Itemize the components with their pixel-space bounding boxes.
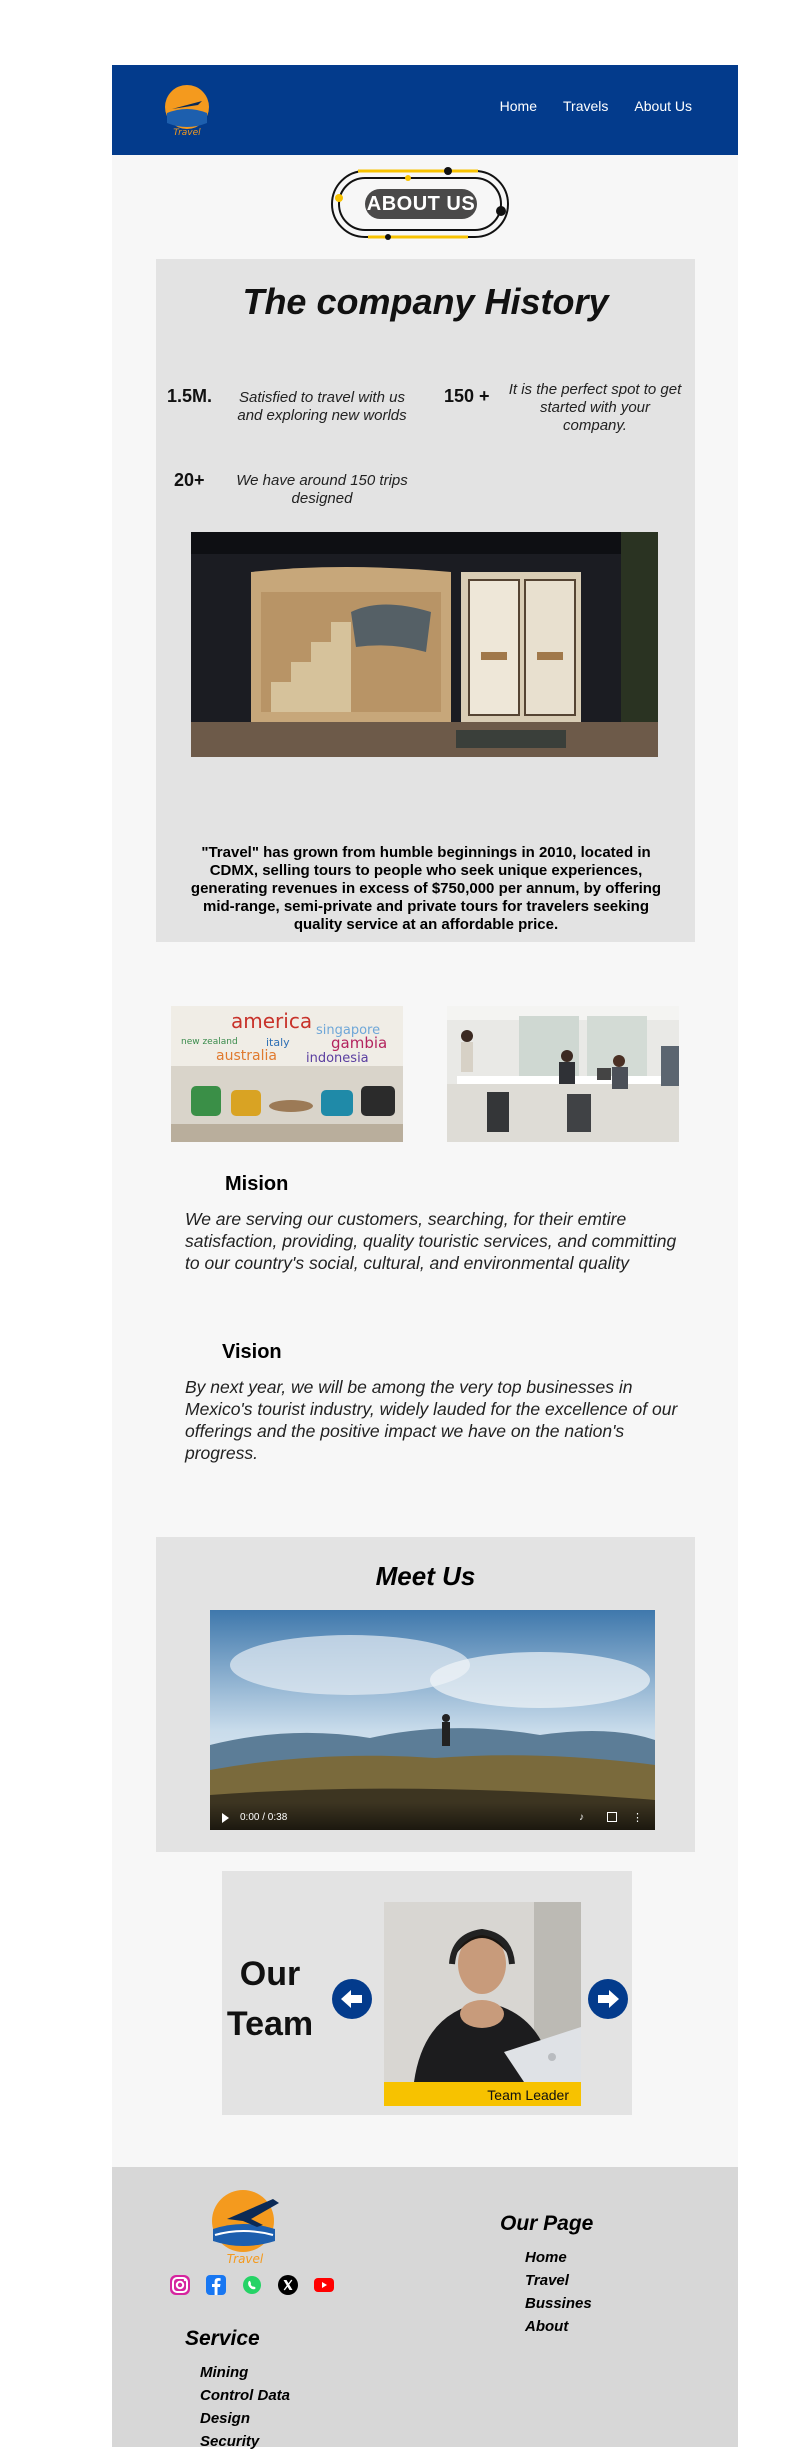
team-section: Our Team Team Leader [222, 1871, 632, 2115]
service-link-design[interactable]: Design [200, 2407, 290, 2430]
office-lobby-image: america singapore italy gambia australia… [171, 1006, 403, 1142]
video-frame [210, 1610, 655, 1830]
about-badge: ABOUT US [328, 165, 512, 245]
footer-logo[interactable]: Travel [207, 2185, 287, 2265]
wall-word-america: america [231, 1009, 312, 1033]
arrow-left-icon [341, 1990, 362, 2008]
fullscreen-icon[interactable] [607, 1812, 617, 1822]
logo-text: Travel [173, 128, 201, 137]
more-options-icon[interactable]: ⋮ [632, 1813, 643, 1824]
footer-logo-text: Travel [227, 2252, 264, 2265]
service-title: Service [185, 2327, 260, 2350]
service-link-mining[interactable]: Mining [200, 2361, 290, 2384]
team-title-line2: Team [226, 2005, 314, 2043]
footer-link-travel[interactable]: Travel [525, 2269, 592, 2292]
stat-number-customers: 1.5M. [167, 386, 213, 406]
prev-arrow-button[interactable] [332, 1979, 372, 2019]
stat-number-clients: 150 + [444, 386, 490, 406]
about-us-label: ABOUT US [365, 189, 477, 219]
storefront-image [191, 532, 658, 757]
service-links: Mining Control Data Design Security [200, 2361, 290, 2453]
meet-us-section: Meet Us 0:00 / 0:38 ♪ ⋮ [156, 1537, 695, 1852]
footer-link-bussines[interactable]: Bussines [525, 2292, 592, 2315]
wall-word-new-zealand: new zealand [181, 1037, 238, 1047]
facebook-icon[interactable] [204, 2273, 228, 2297]
x-icon[interactable] [276, 2273, 300, 2297]
mission-text: We are serving our customers, searching,… [185, 1209, 677, 1273]
office-workspace-image [447, 1006, 679, 1142]
arrow-right-icon [598, 1990, 619, 2008]
stat-text-clients: It is the perfect spot to get started wi… [508, 381, 682, 434]
site-footer: Travel Service Mining Control Data Desig… [112, 2167, 738, 2450]
youtube-icon[interactable] [312, 2273, 336, 2297]
meet-us-title: Meet Us [375, 1561, 476, 1591]
site-header: Travel Home Travels About Us [112, 65, 738, 155]
footer-link-about[interactable]: About [525, 2315, 592, 2338]
team-member-role: Team Leader [384, 2082, 581, 2106]
vision-title: Vision [222, 1341, 282, 1363]
company-history-section: The company History 1.5M. Satisfied to t… [156, 259, 695, 942]
page: Travel Home Travels About Us ABOUT US Th… [112, 65, 738, 2450]
instagram-icon[interactable] [168, 2273, 192, 2297]
stat-number-trips: 20+ [174, 470, 205, 490]
history-title: The company History [242, 281, 609, 322]
volume-icon[interactable]: ♪ [579, 1813, 589, 1823]
nav-travels[interactable]: Travels [563, 98, 608, 114]
play-icon[interactable] [222, 1813, 229, 1823]
service-link-security[interactable]: Security [200, 2430, 290, 2453]
team-member-card: Team Leader [384, 1902, 581, 2106]
history-description: "Travel" has grown from humble beginning… [190, 844, 662, 933]
mission-title: Mision [225, 1173, 289, 1195]
stat-text-trips: We have around 150 trips designed [236, 472, 408, 507]
travel-logo[interactable]: Travel [162, 83, 212, 137]
stat-text-customers: Satisfied to travel with us and explorin… [237, 389, 407, 424]
wall-word-gambia: gambia [331, 1034, 387, 1052]
whatsapp-icon[interactable] [240, 2273, 264, 2297]
wall-word-indonesia: indonesia [306, 1051, 369, 1066]
our-page-links: Home Travel Bussines About [525, 2246, 592, 2338]
social-links [168, 2273, 336, 2297]
team-title-line1: Our [239, 1955, 301, 1993]
nav-home[interactable]: Home [500, 98, 537, 114]
team-leader-photo [384, 1902, 581, 2082]
vision-text: By next year, we will be among the very … [185, 1377, 678, 1463]
next-arrow-button[interactable] [588, 1979, 628, 2019]
footer-link-home[interactable]: Home [525, 2246, 592, 2269]
main-nav: Home Travels About Us [500, 98, 692, 114]
service-link-control-data[interactable]: Control Data [200, 2384, 290, 2407]
wall-word-australia: australia [216, 1048, 277, 1064]
team-title: Our Team [222, 1949, 318, 2049]
nav-about-us[interactable]: About Us [634, 98, 692, 114]
video-time: 0:00 / 0:38 [240, 1812, 288, 1823]
our-page-title: Our Page [500, 2212, 594, 2235]
video-player[interactable]: 0:00 / 0:38 ♪ ⋮ [210, 1610, 655, 1830]
